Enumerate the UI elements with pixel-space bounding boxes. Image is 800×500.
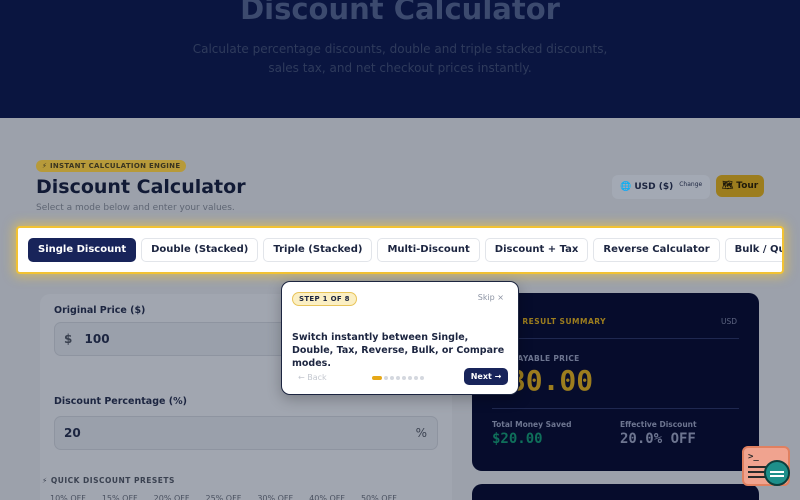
currency-selector-button[interactable]: 🌐 USD ($) Change [612, 175, 710, 199]
effective-discount-value: 20.0% OFF [620, 431, 696, 447]
preset-button[interactable]: 50% OFF [361, 494, 397, 500]
preset-button[interactable]: 10% OFF [50, 494, 86, 500]
terminal-chat-icon[interactable]: >_ [742, 446, 790, 486]
money-saved-value: $20.00 [492, 431, 543, 447]
progress-dot [372, 376, 382, 380]
progress-dot [414, 376, 418, 380]
progress-dot [420, 376, 424, 380]
tour-step-indicator: STEP 1 OF 8 [292, 292, 357, 306]
discount-percentage-label: Discount Percentage (%) [54, 396, 187, 407]
tour-progress-dots [372, 376, 424, 380]
mode-tab-multi-discount[interactable]: Multi-Discount [377, 238, 480, 262]
engine-badge: ⚡ INSTANT CALCULATION ENGINE [36, 160, 187, 172]
mode-tab-reverse-calculator[interactable]: Reverse Calculator [593, 238, 720, 262]
tour-skip-button[interactable]: Skip × [478, 293, 504, 302]
currency-label: 🌐 USD ($) [620, 182, 674, 192]
tour-button[interactable]: 🗺 Tour [716, 175, 764, 197]
preset-button[interactable]: 25% OFF [205, 494, 241, 500]
discount-percentage-input[interactable]: 20 % [54, 416, 438, 450]
preset-button[interactable]: 40% OFF [309, 494, 345, 500]
preset-button[interactable]: 30% OFF [257, 494, 293, 500]
progress-dot [396, 376, 400, 380]
result-currency: USD [720, 317, 737, 326]
price-value: 100 [84, 332, 110, 346]
preset-button[interactable]: 20% OFF [154, 494, 190, 500]
price-prefix: $ [64, 332, 73, 346]
mode-tab-single-discount[interactable]: Single Discount [28, 238, 137, 262]
calculator-title: Discount Calculator [36, 176, 246, 198]
mode-tab-double-stacked[interactable]: Double (Stacked) [141, 238, 259, 262]
percent-suffix: % [415, 426, 427, 440]
divider [492, 408, 739, 409]
money-saved-label: Total Money Saved [492, 420, 572, 429]
quick-presets-label: ⚡ QUICK DISCOUNT PRESETS [42, 476, 175, 485]
calculator-subtitle: Select a mode below and enter your value… [36, 203, 235, 213]
progress-dot [384, 376, 388, 380]
tour-description: Switch instantly between Single, Double,… [292, 332, 505, 369]
hero-banner: Discount Calculator Calculate percentage… [0, 0, 800, 118]
hero-subtitle: Calculate percentage discounts, double a… [192, 42, 608, 75]
progress-dot [408, 376, 412, 380]
mode-tab-bulk-quantity[interactable]: Bulk / Quantity [724, 238, 782, 262]
quick-presets: 10% OFF 15% OFF 20% OFF 25% OFF 30% OFF 40% O… [50, 494, 397, 500]
secondary-result-card [472, 484, 759, 500]
discount-value: 20 [64, 426, 81, 440]
tour-next-button[interactable]: Next → [464, 368, 508, 385]
mode-tab-triple-stacked[interactable]: Triple (Stacked) [263, 238, 373, 262]
original-price-label: Original Price ($) [54, 305, 146, 316]
hero-title: Discount Calculator [240, 0, 560, 26]
currency-change-link: Change [679, 181, 703, 188]
tour-popover: STEP 1 OF 8 Skip × Switch instantly betw… [281, 281, 519, 395]
tour-back-button[interactable]: ← Back [298, 373, 327, 382]
progress-dot [390, 376, 394, 380]
preset-button[interactable]: 15% OFF [102, 494, 138, 500]
mode-tab-discount-tax[interactable]: Discount + Tax [484, 238, 589, 262]
chat-bubble-icon [764, 460, 790, 486]
effective-discount-label: Effective Discount [620, 420, 697, 429]
mode-tabs-bar: Single Discount Double (Stacked) Triple (S… [16, 226, 784, 274]
progress-dot [402, 376, 406, 380]
mode-tabs: Single Discount Double (Stacked) Triple (S… [28, 238, 782, 262]
divider [492, 338, 739, 339]
